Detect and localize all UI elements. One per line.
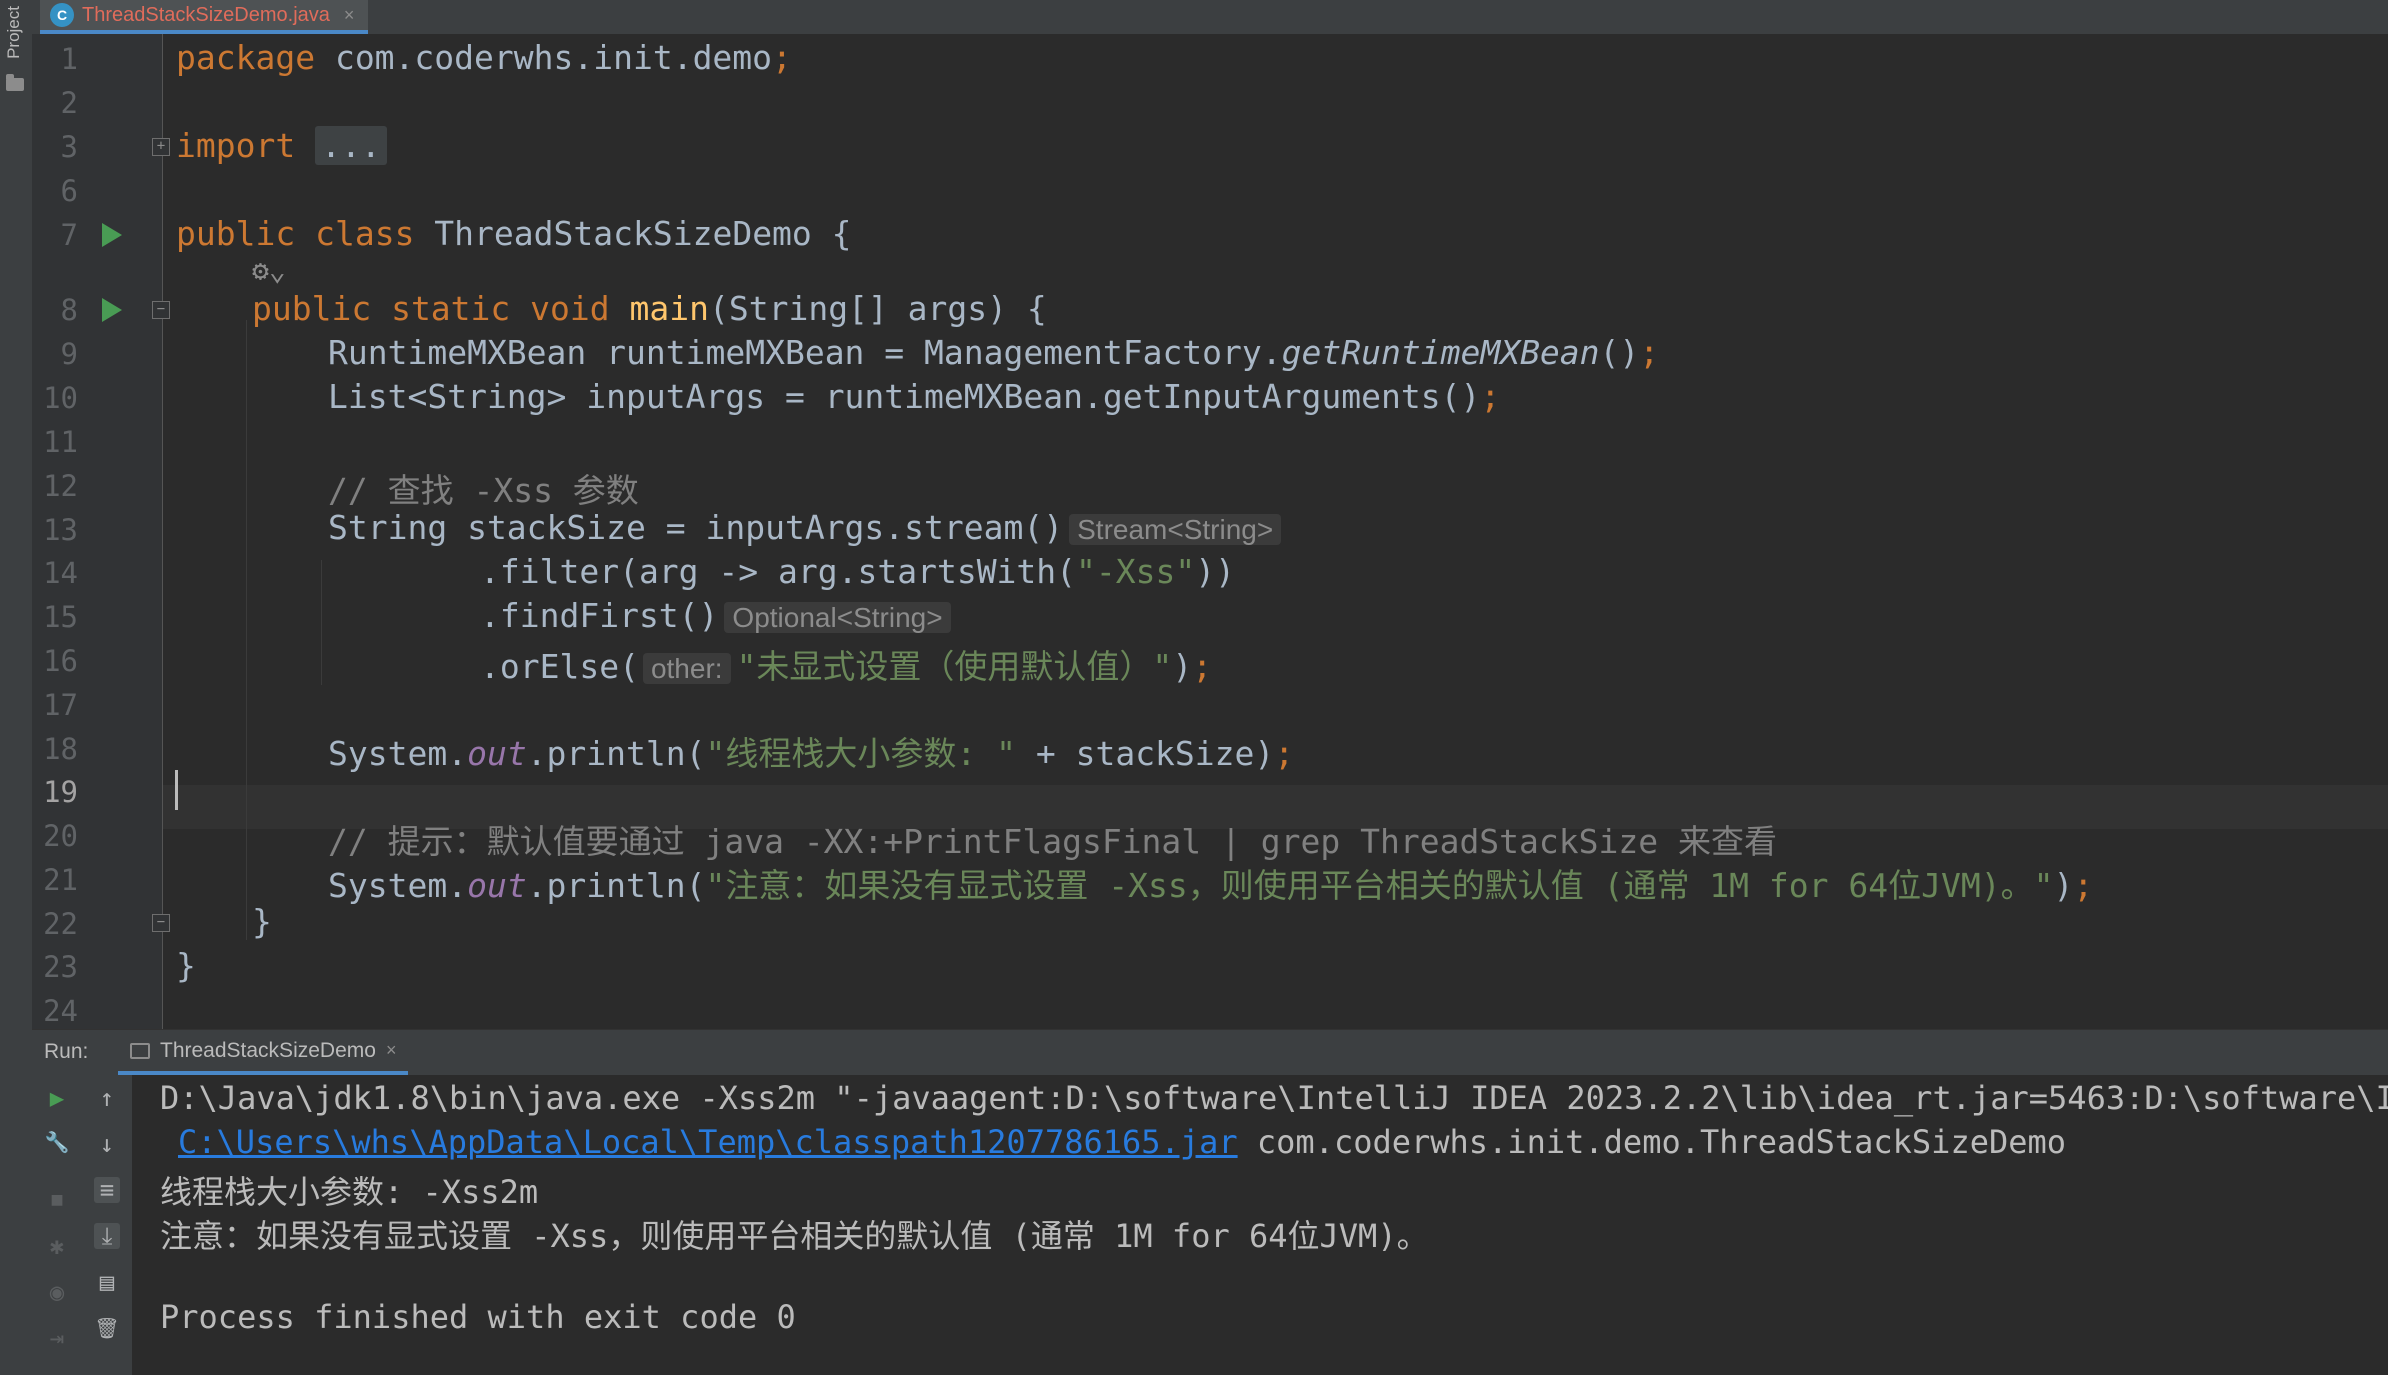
current-line-highlight	[163, 785, 2388, 829]
java-class-icon: C	[50, 3, 74, 27]
console-output[interactable]: D:\Java\jdk1.8\bin\java.exe -Xss2m "-jav…	[132, 1075, 2388, 1375]
fold-expand-icon[interactable]: +	[152, 138, 170, 156]
folder-icon[interactable]	[6, 74, 24, 91]
print-icon[interactable]: ▤	[94, 1269, 120, 1295]
rerun-icon[interactable]: ▶	[44, 1085, 70, 1111]
console-exit-line: Process finished with exit code 0	[160, 1298, 796, 1336]
run-toolbar-right: ↑ ↓ ≡ ⤓ ▤ 🗑	[82, 1075, 133, 1375]
run-label: Run:	[44, 1040, 89, 1063]
run-tab-label: ThreadStackSizeDemo	[160, 1038, 376, 1062]
close-icon[interactable]: ×	[386, 1040, 397, 1061]
classpath-jar-link[interactable]: C:\Users\whs\AppData\Local\Temp\classpat…	[178, 1123, 1238, 1161]
run-main-icon[interactable]	[102, 298, 122, 322]
project-tool-window-button[interactable]: Project	[4, 6, 24, 59]
editor-tab-threadstacksizedemo[interactable]: C ThreadStackSizeDemo.java ×	[40, 0, 369, 34]
camera-icon[interactable]: ◉	[44, 1279, 70, 1305]
exit-icon[interactable]: ⇥	[44, 1325, 70, 1351]
code-editor[interactable]: 1 2 3 6 7 8 9 10 11 12 13 14 15 16 17 18…	[32, 34, 2388, 1029]
run-tab-threadstacksizedemo[interactable]: ThreadStackSizeDemo ×	[118, 1030, 409, 1075]
console-output-line: 注意：如果没有显式设置 -Xss，则使用平台相关的默认值 (通常 1M for …	[160, 1217, 1429, 1255]
scroll-to-end-icon[interactable]: ⤓	[94, 1223, 120, 1249]
console-icon	[130, 1042, 150, 1059]
editor-gutter: 1 2 3 6 7 8 9 10 11 12 13 14 15 16 17 18…	[32, 34, 162, 1029]
close-icon[interactable]: ×	[344, 5, 355, 26]
editor-tab-label: ThreadStackSizeDemo.java	[82, 3, 330, 26]
console-command-line: D:\Java\jdk1.8\bin\java.exe -Xss2m "-jav…	[160, 1079, 2388, 1117]
soft-wrap-icon[interactable]: ≡	[94, 1177, 120, 1203]
project-tool-window-strip: Project	[0, 0, 33, 1375]
wrench-icon[interactable]: 🔧	[44, 1129, 70, 1155]
run-class-icon[interactable]	[102, 223, 122, 247]
fold-end-icon[interactable]: −	[152, 914, 170, 932]
gutter-divider	[162, 34, 163, 1029]
trash-icon[interactable]: 🗑	[94, 1315, 120, 1341]
debug-icon[interactable]: ✱	[44, 1233, 70, 1259]
fold-collapse-icon[interactable]: −	[152, 301, 170, 319]
console-output-line: 线程栈大小参数: -Xss2m	[160, 1173, 539, 1211]
run-tool-window-header: Run: ThreadStackSizeDemo ×	[32, 1029, 2388, 1076]
arrow-down-icon[interactable]: ↓	[94, 1131, 120, 1157]
stop-icon[interactable]: ■	[44, 1187, 70, 1213]
run-toolbar-left: ▶ 🔧 ■ ✱ ◉ ⇥	[32, 1075, 83, 1375]
arrow-up-icon[interactable]: ↑	[94, 1085, 120, 1111]
editor-tab-bar: C ThreadStackSizeDemo.java ×	[32, 0, 2388, 35]
console-classpath-line: C:\Users\whs\AppData\Local\Temp\classpat…	[178, 1123, 2067, 1161]
